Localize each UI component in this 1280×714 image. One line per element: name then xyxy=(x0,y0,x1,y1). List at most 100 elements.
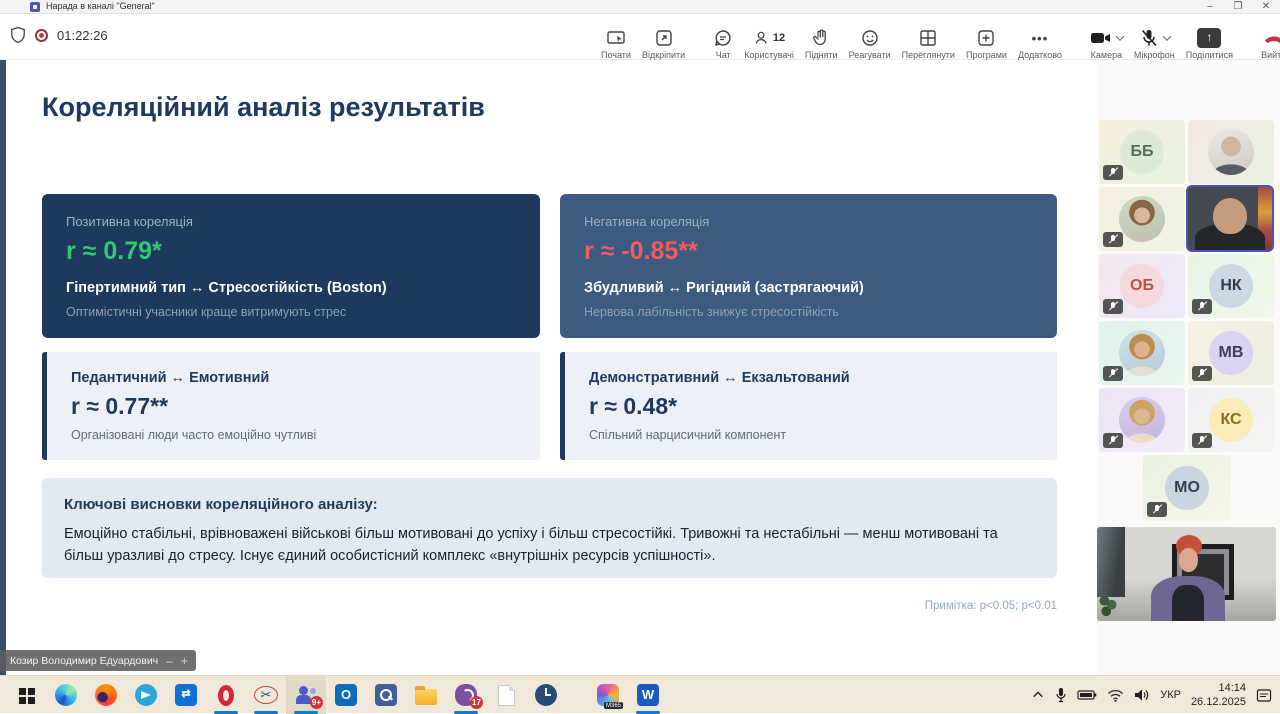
card-label: Позитивна кореляція xyxy=(66,214,516,229)
mic-off-icon xyxy=(1109,368,1117,379)
unpin-button[interactable]: Відкріпити xyxy=(639,28,688,60)
taskbar-teams[interactable]: 9+ xyxy=(286,676,326,714)
raise-hand-button[interactable]: Підняти xyxy=(802,28,841,60)
correlation-pair: Гіпертимний тип ↔ Стресостійкість (Bosto… xyxy=(66,280,516,296)
clock-icon xyxy=(535,684,557,706)
participant-tile-mv[interactable]: МВ xyxy=(1188,321,1274,385)
tray-microphone-icon[interactable] xyxy=(1055,687,1067,703)
participant-tile-ob[interactable]: ОБ xyxy=(1099,254,1185,318)
mic-off-icon xyxy=(1109,234,1117,245)
taskbar-outlook[interactable]: O xyxy=(326,676,366,714)
correlation-note: Спільний нарцисичний компонент xyxy=(589,428,1033,442)
video-person-shirt xyxy=(1172,585,1204,621)
leave-button[interactable]: Вийти xyxy=(1258,28,1280,60)
avatar xyxy=(1119,397,1165,443)
tray-speaker-icon[interactable] xyxy=(1134,688,1150,702)
correlation-card-negative: Негативна кореляція r ≈ -0.85** Збудливи… xyxy=(560,194,1057,338)
taskbar-copilot[interactable]: M365 xyxy=(588,676,628,714)
microphone-button[interactable]: Мікрофон xyxy=(1131,28,1178,60)
taskbar-clock-app[interactable] xyxy=(526,676,566,714)
participant-initials: КС xyxy=(1209,398,1253,442)
taskbar-firefox[interactable] xyxy=(86,676,126,714)
start-button[interactable] xyxy=(6,676,46,714)
view-button[interactable]: Переглянути xyxy=(899,28,958,60)
participant-tile-mo[interactable]: МО xyxy=(1143,455,1231,521)
correlation-card-positive: Позитивна кореляція r ≈ 0.79* Гіпертимни… xyxy=(42,194,540,338)
apps-button[interactable]: Програми xyxy=(963,28,1010,60)
system-tray: УКР 14:14 26.12.2025 xyxy=(1031,676,1272,714)
share-button[interactable]: ↑ Поділитися xyxy=(1183,28,1236,60)
presenter-name-pill[interactable]: Козир Володимир Едуардович – + xyxy=(0,650,196,671)
folder-icon xyxy=(415,689,437,705)
language-indicator[interactable]: УКР xyxy=(1160,689,1181,701)
participant-tile-active-speaker-video[interactable] xyxy=(1186,185,1274,252)
taskbar-file-explorer[interactable] xyxy=(406,676,446,714)
avatar xyxy=(1119,196,1165,242)
muted-badge xyxy=(1103,232,1123,247)
correlation-value: r ≈ 0.48* xyxy=(589,393,1033,420)
findings-title: Ключові висновки кореляційного аналізу: xyxy=(64,496,1035,513)
taskbar-snipping[interactable]: ✂ xyxy=(246,676,286,714)
present-screen-icon xyxy=(606,28,626,48)
m365-badge: M365 xyxy=(604,702,623,709)
taskbar-viber[interactable]: 17 xyxy=(446,676,486,714)
correlation-pair: Збудливий ↔ Ригідний (застрягаючий) xyxy=(584,280,1033,296)
participant-tile-avatar-man[interactable] xyxy=(1188,120,1274,184)
close-button[interactable]: ✕ xyxy=(1252,0,1280,14)
muted-badge xyxy=(1103,299,1123,314)
teams-app-icon xyxy=(30,2,40,12)
correlation-note: Нервова лабільність знижує стресостійкіс… xyxy=(584,305,1033,319)
taskbar-teamviewer[interactable]: ⇄ xyxy=(166,676,206,714)
correlation-pair: Педантичний ↔ Емотивний xyxy=(71,370,516,386)
apps-plus-icon xyxy=(976,28,996,48)
chat-icon xyxy=(713,28,733,48)
tray-date: 26.12.2025 xyxy=(1191,696,1246,708)
tray-time: 14:14 xyxy=(1218,682,1246,694)
participant-tile-avatar-woman-3[interactable] xyxy=(1099,388,1185,452)
tray-clock[interactable]: 14:14 26.12.2025 xyxy=(1191,681,1246,710)
react-button[interactable]: Реагувати xyxy=(846,28,894,60)
taskbar-opera[interactable] xyxy=(206,676,246,714)
more-button[interactable]: ••• Додатково xyxy=(1015,28,1065,60)
word-icon: W xyxy=(637,684,659,706)
participants-sidebar: ББ ОБ НК МВ КС МО xyxy=(1097,60,1280,675)
recording-group: 01:22:26 xyxy=(10,26,108,44)
tray-wifi-icon[interactable] xyxy=(1107,689,1124,702)
camera-options-chevron-icon[interactable] xyxy=(1116,32,1124,40)
window-title: Нарада в каналі "General" xyxy=(46,1,155,11)
participant-tile-avatar-woman-2[interactable] xyxy=(1099,321,1185,385)
maximize-button[interactable]: ❒ xyxy=(1224,0,1252,14)
taskbar-edge[interactable] xyxy=(46,676,86,714)
share-icon: ↑ xyxy=(1197,28,1221,48)
start-share-button[interactable]: Почати xyxy=(598,28,634,60)
participant-tile-avatar-woman-1[interactable] xyxy=(1099,187,1185,251)
participant-initials: МО xyxy=(1165,466,1209,510)
recording-timer: 01:22:26 xyxy=(57,28,108,43)
taskbar-telegram[interactable] xyxy=(126,676,166,714)
telegram-icon xyxy=(135,684,157,706)
copilot-icon: M365 xyxy=(597,684,619,706)
firefox-icon xyxy=(95,684,117,706)
taskbar-photo-search[interactable] xyxy=(366,676,406,714)
microphone-options-chevron-icon[interactable] xyxy=(1163,32,1171,40)
tray-battery-icon[interactable] xyxy=(1077,688,1097,702)
participants-button[interactable]: 12 Користувачі xyxy=(741,28,797,60)
tray-expand-chevron-icon[interactable] xyxy=(1031,688,1045,702)
mic-off-icon xyxy=(1109,167,1117,178)
hang-up-icon xyxy=(1263,28,1280,48)
zoom-in-button[interactable]: + xyxy=(181,654,188,668)
participants-count: 12 xyxy=(773,32,785,44)
zoom-out-button[interactable]: – xyxy=(166,654,173,668)
taskbar-word[interactable]: W xyxy=(628,676,668,714)
participant-tile-bb[interactable]: ББ xyxy=(1099,120,1185,184)
minimize-button[interactable]: – xyxy=(1196,0,1224,14)
camera-button[interactable]: Камера xyxy=(1087,28,1126,60)
chat-button[interactable]: Чат xyxy=(710,28,736,60)
taskbar-notepad[interactable] xyxy=(486,676,526,714)
significance-footnote: Примітка: p<0.05; p<0.01 xyxy=(42,600,1057,612)
participant-tile-bottom-video[interactable] xyxy=(1097,527,1276,621)
participant-tile-nk[interactable]: НК xyxy=(1188,254,1274,318)
correlation-value: r ≈ 0.77** xyxy=(71,393,516,420)
notification-center-icon[interactable] xyxy=(1256,688,1272,703)
participant-tile-ks[interactable]: КС xyxy=(1188,388,1274,452)
